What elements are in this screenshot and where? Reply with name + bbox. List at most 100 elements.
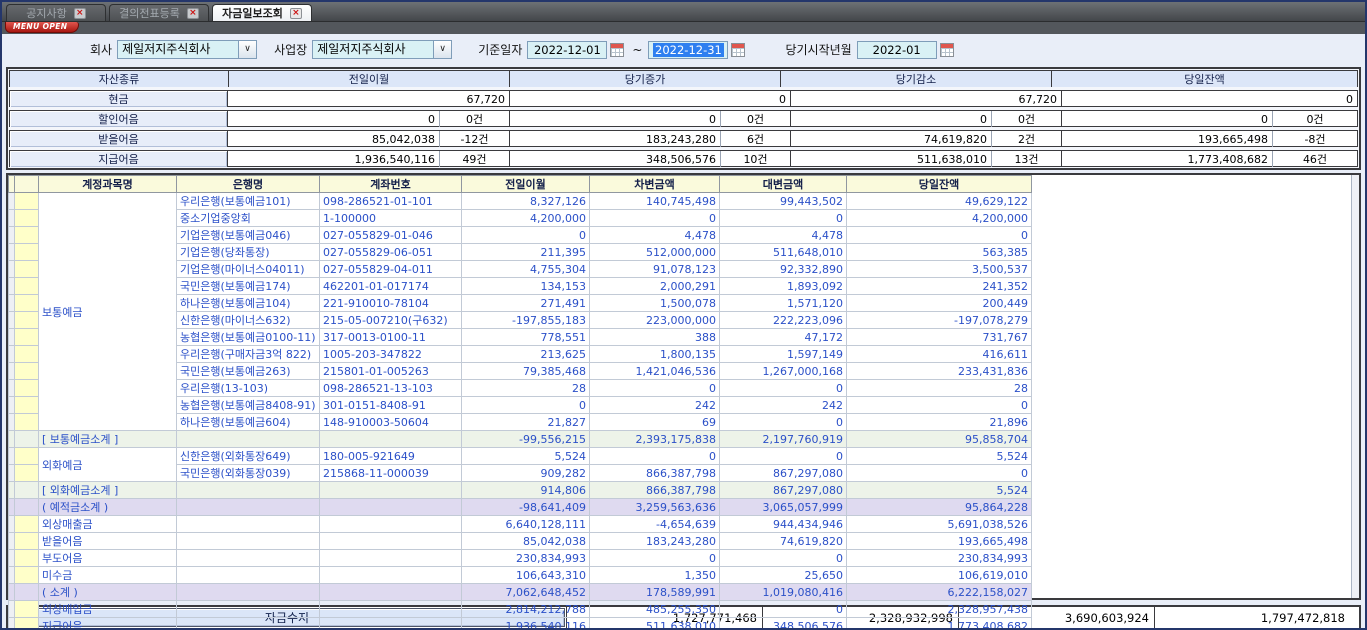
grid-header: 계정과목명은행명계좌번호전일이월차변금액대변금액당일잔액: [9, 176, 1032, 193]
account-number-cell: [320, 482, 462, 499]
site-select[interactable]: 제일저지주식회사 ∨: [312, 40, 452, 59]
account-name-cell: ( 예적금소계 ): [39, 499, 177, 516]
row-selector-cell[interactable]: [15, 261, 39, 278]
row-selector-cell[interactable]: [15, 414, 39, 431]
amount-cell: 134,153: [462, 278, 590, 295]
row-selector-cell[interactable]: [15, 601, 39, 618]
row-selector-cell[interactable]: [15, 550, 39, 567]
grid-header-selector: [15, 176, 39, 193]
account-number-cell: 098-286521-01-101: [320, 193, 462, 210]
amount-cell: 0: [847, 397, 1032, 414]
row-selector-cell[interactable]: [15, 584, 39, 601]
amount-cell: 6,640,128,111: [462, 516, 590, 533]
amount-cell: 2,393,175,838: [590, 431, 720, 448]
row-selector-cell[interactable]: [15, 363, 39, 380]
account-number-cell: 027-055829-06-051: [320, 244, 462, 261]
summary-count-cell: 6건: [720, 131, 790, 147]
summary-row: 할인어음00건00건00건00건: [9, 110, 1358, 127]
date-to-value: 2022-12-31: [653, 43, 724, 57]
summary-row-label-button[interactable]: 할인어음: [10, 111, 228, 127]
menu-strip: MENU OPEN: [2, 21, 1365, 34]
period-start-value: 2022-01: [873, 43, 921, 57]
amount-cell: 95,864,228: [847, 499, 1032, 516]
tab-bar: 공지사항×결의전표등록×자금일보조회×: [2, 2, 1365, 21]
amount-cell: 5,524: [462, 448, 590, 465]
row-selector-cell[interactable]: [15, 431, 39, 448]
summary-header-cell: 당일잔액: [1051, 71, 1357, 87]
amount-cell: 0: [847, 227, 1032, 244]
row-selector-cell[interactable]: [15, 210, 39, 227]
row-selector-cell[interactable]: [15, 499, 39, 516]
account-number-cell: [320, 584, 462, 601]
vertical-scrollbar[interactable]: [1351, 175, 1359, 598]
account-number-cell: [320, 499, 462, 516]
account-name-cell: ( 소계 ): [39, 584, 177, 601]
row-selector-cell[interactable]: [15, 516, 39, 533]
summary-row-label-button[interactable]: 지급어음: [10, 151, 228, 167]
account-number-cell: 027-055829-01-046: [320, 227, 462, 244]
bank-name-cell: 기업은행(당좌통장): [177, 244, 320, 261]
row-selector-cell[interactable]: [15, 193, 39, 210]
calendar-icon[interactable]: [940, 43, 954, 57]
account-name-cell: [ 외화예금소계 ]: [39, 482, 177, 499]
amount-cell: 178,589,991: [590, 584, 720, 601]
row-selector-cell[interactable]: [15, 278, 39, 295]
summary-row-label-button[interactable]: 현금: [10, 91, 228, 107]
amount-cell: 74,619,820: [720, 533, 847, 550]
row-selector-cell[interactable]: [15, 227, 39, 244]
summary-count-cell: 10건: [720, 151, 790, 167]
row-selector-cell[interactable]: [15, 329, 39, 346]
amount-cell: 233,431,836: [847, 363, 1032, 380]
amount-cell: 95,858,704: [847, 431, 1032, 448]
grid-row: 외상매출금6,640,128,111-4,654,639944,434,9465…: [9, 516, 1032, 533]
row-selector-cell[interactable]: [15, 567, 39, 584]
account-number-cell: 317-0013-0100-11: [320, 329, 462, 346]
amount-cell: 388: [590, 329, 720, 346]
grid-row: 미수금106,643,3101,35025,650106,619,010: [9, 567, 1032, 584]
row-selector-cell[interactable]: [15, 397, 39, 414]
close-icon[interactable]: ×: [187, 8, 199, 19]
row-selector-cell[interactable]: [15, 346, 39, 363]
amount-cell: 867,297,080: [720, 482, 847, 499]
account-number-cell: 462201-01-017174: [320, 278, 462, 295]
site-select-value: 제일저지주식회사: [313, 41, 433, 58]
calendar-icon[interactable]: [610, 43, 624, 57]
bank-name-cell: [177, 516, 320, 533]
summary-count-cell: -8건: [1272, 131, 1357, 147]
row-selector-cell[interactable]: [15, 380, 39, 397]
amount-cell: 867,297,080: [720, 465, 847, 482]
row-selector-cell[interactable]: [15, 482, 39, 499]
chevron-down-icon[interactable]: ∨: [238, 41, 256, 58]
row-selector-cell[interactable]: [15, 533, 39, 550]
close-icon[interactable]: ×: [290, 8, 302, 19]
calendar-icon[interactable]: [731, 43, 745, 57]
row-selector-cell[interactable]: [15, 448, 39, 465]
account-name-cell: 외상매출금: [39, 516, 177, 533]
bank-name-cell: 국민은행(보통예금263): [177, 363, 320, 380]
account-number-cell: 215801-01-005263: [320, 363, 462, 380]
period-start-input[interactable]: 2022-01: [857, 41, 937, 59]
date-from-input[interactable]: 2022-12-01: [527, 41, 607, 59]
menu-open-button[interactable]: MENU OPEN: [5, 22, 79, 33]
tab-2[interactable]: 자금일보조회×: [212, 4, 312, 21]
row-selector-cell[interactable]: [15, 295, 39, 312]
amount-cell: 106,643,310: [462, 567, 590, 584]
tab-1[interactable]: 결의전표등록×: [109, 4, 209, 21]
chevron-down-icon[interactable]: ∨: [433, 41, 451, 58]
date-to-input[interactable]: 2022-12-31: [648, 41, 728, 59]
grid-row: ( 예적금소계 )-98,641,4093,259,563,6363,065,0…: [9, 499, 1032, 516]
row-selector-cell[interactable]: [15, 465, 39, 482]
row-selector-cell[interactable]: [15, 244, 39, 261]
row-selector-cell[interactable]: [15, 312, 39, 329]
amount-cell: 99,443,502: [720, 193, 847, 210]
summary-row-label-button[interactable]: 받을어음: [10, 131, 228, 147]
bank-name-cell: [177, 533, 320, 550]
amount-cell: 944,434,946: [720, 516, 847, 533]
company-select[interactable]: 제일저지주식회사 ∨: [117, 40, 257, 59]
summary-amount-cell: 85,042,038: [228, 131, 439, 147]
summary-amount-cell: 0: [1061, 111, 1272, 127]
tab-0[interactable]: 공지사항×: [6, 4, 106, 21]
amount-cell: 0: [590, 380, 720, 397]
account-number-cell: 027-055829-04-011: [320, 261, 462, 278]
close-icon[interactable]: ×: [74, 8, 86, 19]
